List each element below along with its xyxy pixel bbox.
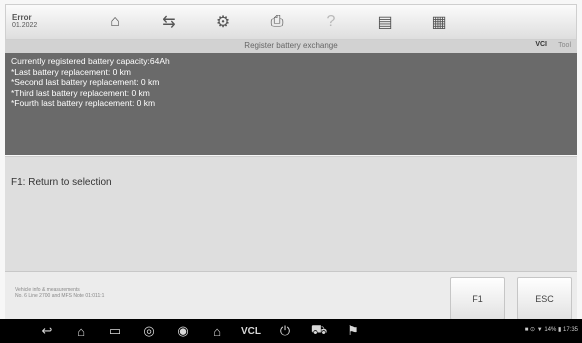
esc-button[interactable]: ESC	[517, 277, 572, 320]
vehicle-info: Vehicle info & measurements No. 6 Line 2…	[15, 287, 104, 299]
save-icon[interactable]: ▤	[358, 5, 412, 39]
android-nav-bar: ↩ ⌂ ▭ ◎ ◉ ⌂ VCL ⏻ ⛟ ⚑ ■ ⊙ ▼ 14% ▮ 17:35	[0, 319, 582, 343]
info-line: *Third last battery replacement: 0 km	[11, 87, 150, 98]
message-area: F1: Return to selection	[5, 156, 577, 272]
car-home-icon[interactable]: ⌂	[200, 319, 234, 343]
chrome-icon[interactable]: ◎	[132, 319, 166, 343]
vehicle-swap-icon[interactable]: ⇆	[142, 5, 196, 39]
page-title: Register battery exchange	[244, 41, 338, 50]
toolbar-status: Error 01.2022	[6, 14, 88, 30]
vehicle-info-line: No. 6 Line 2700 and MFS Note 01:011:1	[15, 293, 105, 299]
function-button-bar: Vehicle info & measurements No. 6 Line 2…	[5, 272, 577, 324]
recent-apps-icon[interactable]: ▭	[98, 319, 132, 343]
game-icon[interactable]: ◉	[166, 319, 200, 343]
toolbar-date: 01.2022	[12, 22, 38, 29]
back-icon[interactable]: ↩	[30, 319, 64, 343]
function-title-bar: Register battery exchange VCI Tool	[5, 40, 577, 53]
help-icon: ?	[326, 13, 336, 30]
f1-button[interactable]: F1	[450, 277, 505, 320]
system-status: ■ ⊙ ▼ 14% ▮ 17:35	[524, 327, 578, 333]
vci-status-label: VCI	[535, 41, 547, 48]
info-line: *Second last battery replacement: 0 km	[11, 77, 160, 87]
print-icon[interactable]: ⎙	[250, 5, 304, 39]
car-icon[interactable]: ⛟	[302, 319, 336, 343]
battery-info-panel: Currently registered battery capacity:64…	[5, 53, 577, 155]
vcl-button[interactable]: VCL	[234, 319, 268, 343]
info-line: Currently registered battery capacity:64…	[11, 56, 170, 66]
power-icon[interactable]: ⏻	[268, 319, 302, 343]
data-logging-icon[interactable]: ▦	[412, 5, 466, 39]
top-toolbar: Error 01.2022 ⌂ ⇆ ⚙ ⎙ ? ▤ ▦	[5, 4, 577, 40]
home-icon[interactable]: ⌂	[88, 5, 142, 39]
info-line: *Fourth last battery replacement: 0 km	[11, 98, 156, 108]
home-icon[interactable]: ⌂	[64, 319, 98, 343]
settings-icon[interactable]: ⚙	[196, 5, 250, 39]
tool-battery-indicator: Tool	[558, 42, 571, 49]
shop-icon[interactable]: ⚑	[336, 319, 370, 343]
info-line: *Last battery replacement: 0 km	[11, 66, 132, 77]
app-window: Error 01.2022 ⌂ ⇆ ⚙ ⎙ ? ▤ ▦ Register bat…	[0, 0, 582, 343]
instruction-message: F1: Return to selection	[11, 177, 112, 188]
toolbar-time: Error	[12, 13, 32, 22]
